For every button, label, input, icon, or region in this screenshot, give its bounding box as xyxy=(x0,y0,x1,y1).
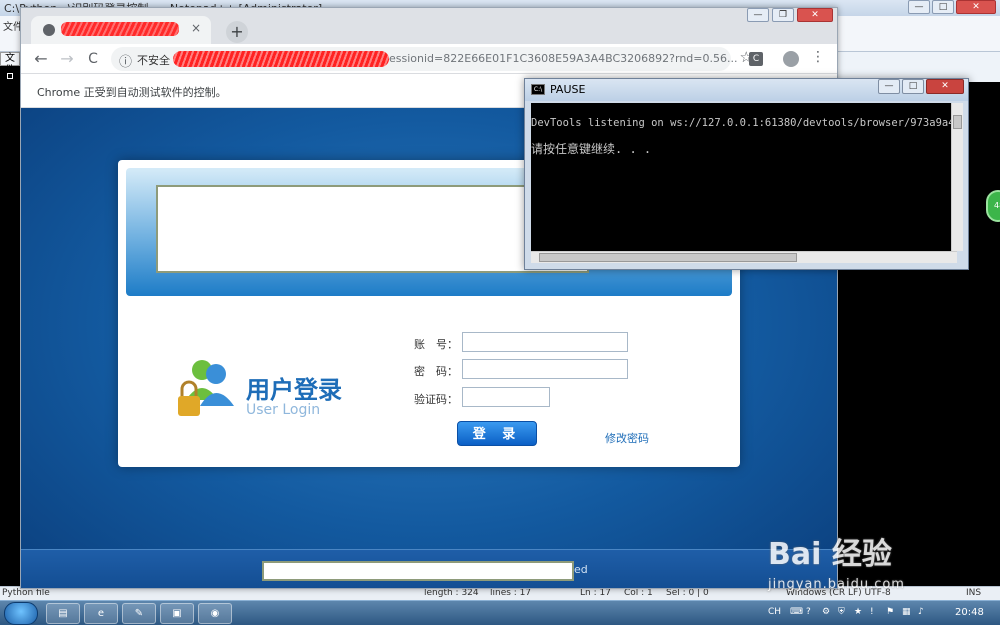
browser-tab[interactable]: × xyxy=(31,16,211,44)
account-label: 账 号： xyxy=(414,338,458,351)
console-taskbar-icon[interactable]: ▣ xyxy=(160,603,194,624)
console-line-pause: 请按任意键继续. . . xyxy=(531,142,652,156)
console-window-controls: — □ ✕ xyxy=(878,79,964,94)
editor-left-pane xyxy=(0,52,20,586)
watermark-brand: Bai 经验 xyxy=(768,537,892,572)
console-icon: C:\ xyxy=(531,84,545,95)
minimize-button[interactable]: — xyxy=(908,0,930,14)
chrome-menu-button[interactable]: ⋮ xyxy=(811,49,825,65)
notepad-taskbar-icon[interactable]: ✎ xyxy=(122,603,156,624)
tab-strip: × + — ❐ ✕ xyxy=(21,8,837,44)
login-title: 用户登录 xyxy=(246,376,342,404)
fold-marker-icon xyxy=(7,73,13,79)
alert-icon[interactable]: ! xyxy=(870,607,874,617)
info-icon[interactable]: ⓘ xyxy=(119,51,132,70)
close-button[interactable]: ✕ xyxy=(926,79,964,94)
forward-button[interactable]: → xyxy=(57,49,77,69)
close-button[interactable]: ✕ xyxy=(956,0,996,14)
login-subtitle: User Login xyxy=(246,402,321,418)
address-bar[interactable]: ⓘ 不安全 essionid=822E66E01F1C3608E59A3A4BC… xyxy=(111,47,753,71)
redacted-tab-title xyxy=(61,22,179,36)
status-mode: INS xyxy=(966,588,982,598)
console-titlebar: C:\ PAUSE — □ ✕ xyxy=(525,79,968,101)
start-button[interactable] xyxy=(4,602,38,625)
insecure-label: 不安全 xyxy=(137,54,170,67)
taskbar: ▤ e ✎ ▣ ◉ CH ⌨ ? ⚙ ⛨ ★ ! ⚑ ▦ ♪ 20:48 xyxy=(0,600,1000,625)
scroll-thumb[interactable] xyxy=(539,253,797,262)
language-indicator[interactable]: CH xyxy=(768,607,781,617)
tab-close-button[interactable]: × xyxy=(191,21,201,35)
flag-icon[interactable]: ⚑ xyxy=(886,607,894,617)
automation-notice: Chrome 正受到自动测试软件的控制。 xyxy=(37,86,227,99)
browser-toolbar: ← → C ⓘ 不安全 essionid=822E66E01F1C3608E59… xyxy=(21,44,837,74)
maximize-button[interactable]: □ xyxy=(902,79,924,94)
globe-icon xyxy=(43,24,55,36)
minimize-button[interactable]: — xyxy=(878,79,900,94)
redacted-footer xyxy=(262,561,574,581)
account-avatar-icon[interactable] xyxy=(783,51,799,67)
status-file-type: Python file xyxy=(2,588,50,598)
console-output[interactable]: DevTools listening on ws://127.0.0.1:613… xyxy=(531,103,957,251)
extension-icon[interactable]: C xyxy=(749,52,763,66)
console-line-devtools: DevTools listening on ws://127.0.0.1:613… xyxy=(531,117,955,129)
volume-icon[interactable]: ♪ xyxy=(918,607,924,617)
watermark-domain: jingyan.baidu.com xyxy=(768,577,905,592)
star-tray-icon[interactable]: ★ xyxy=(854,607,862,617)
restore-button[interactable]: ❐ xyxy=(772,8,794,22)
password-label: 密 码： xyxy=(414,365,458,378)
maximize-button[interactable]: □ xyxy=(932,0,954,14)
file-tab[interactable]: 文件 xyxy=(0,52,20,76)
scroll-thumb[interactable] xyxy=(953,115,962,129)
baidu-watermark: Bai 经验 jingyan.baidu.com xyxy=(768,515,948,595)
chrome-taskbar-icon[interactable]: ◉ xyxy=(198,603,232,624)
status-sel: Sel : 0 | 0 xyxy=(666,588,709,598)
page-footer: ed xyxy=(21,549,837,588)
footer-text: ed xyxy=(574,563,588,576)
login-button[interactable]: 登 录 xyxy=(457,421,537,446)
redacted-url xyxy=(173,51,389,67)
help-icon[interactable]: ? xyxy=(806,607,811,617)
shield-icon[interactable]: ⛨ xyxy=(838,607,845,617)
url-text: essionid=822E66E01F1C3608E59A3A4BC320689… xyxy=(389,52,738,65)
password-input[interactable] xyxy=(462,359,628,379)
console-title: PAUSE xyxy=(550,83,586,96)
change-password-link[interactable]: 修改密码 xyxy=(605,430,649,446)
back-button[interactable]: ← xyxy=(31,49,51,69)
captcha-label: 验证码： xyxy=(414,393,458,406)
floating-badge[interactable]: 48 xyxy=(986,190,1000,222)
chrome-window-controls: — ❐ ✕ xyxy=(747,8,833,22)
status-lines: lines : 17 xyxy=(490,588,532,598)
status-col: Col : 1 xyxy=(624,588,653,598)
new-tab-button[interactable]: + xyxy=(226,21,248,43)
background-window-controls: — □ ✕ xyxy=(908,0,996,14)
console-window: C:\ PAUSE — □ ✕ DevTools listening on ws… xyxy=(524,78,969,270)
taskbar-clock[interactable]: 20:48 xyxy=(955,607,984,618)
keyboard-icon[interactable]: ⌨ xyxy=(790,607,803,617)
explorer-taskbar-icon[interactable]: ▤ xyxy=(46,603,80,624)
reload-button[interactable]: C xyxy=(83,49,103,69)
minimize-button[interactable]: — xyxy=(747,8,769,22)
vertical-scrollbar[interactable] xyxy=(951,103,963,251)
captcha-input[interactable] xyxy=(462,387,550,407)
ie-taskbar-icon[interactable]: e xyxy=(84,603,118,624)
settings-icon[interactable]: ⚙ xyxy=(822,607,830,617)
network-icon[interactable]: ▦ xyxy=(902,607,911,617)
status-length: length : 324 xyxy=(424,588,479,598)
close-button[interactable]: ✕ xyxy=(797,8,833,22)
account-input[interactable] xyxy=(462,332,628,352)
horizontal-scrollbar[interactable] xyxy=(531,251,957,263)
users-lock-icon xyxy=(178,360,234,416)
status-ln: Ln : 17 xyxy=(580,588,611,598)
